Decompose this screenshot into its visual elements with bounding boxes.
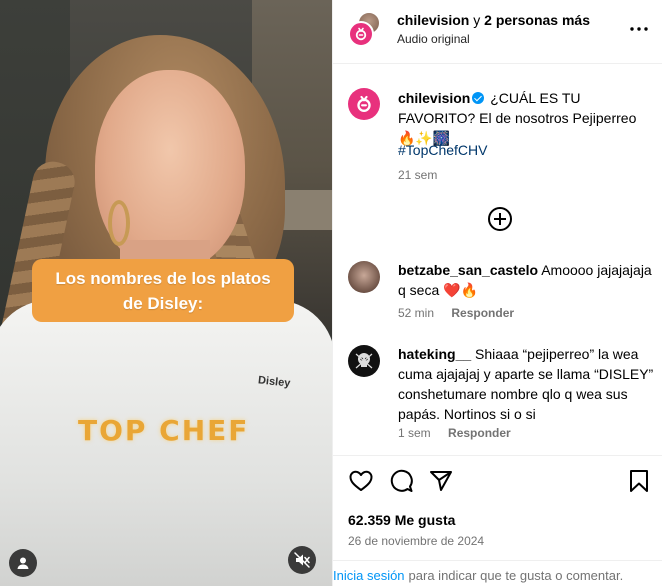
post-caption: chilevision ¿CUÁL ES TU FAVORITO? El de … bbox=[398, 88, 654, 148]
avatar[interactable] bbox=[348, 88, 380, 120]
chilevision-logo-icon bbox=[357, 95, 371, 112]
post-actions: 62.359 Me gusta 26 de noviembre de 2024 … bbox=[333, 455, 662, 586]
video-caption-overlay: Los nombres de los platos de Disley: bbox=[32, 259, 294, 322]
login-text: para indicar que te gusta o comentar. bbox=[408, 568, 624, 583]
comment-username[interactable]: hateking__ bbox=[398, 346, 471, 362]
heart-icon[interactable] bbox=[348, 468, 374, 494]
others-link[interactable]: 2 personas más bbox=[484, 12, 590, 28]
skull-logo-icon bbox=[355, 353, 373, 369]
hashtag-link[interactable]: #TopChefCHV bbox=[398, 142, 488, 158]
comment-time: 1 sem bbox=[398, 426, 431, 440]
comment-body: hateking__ Shiaaa “pejiperreo” la wea cu… bbox=[398, 344, 654, 424]
likes-count[interactable]: 62.359 Me gusta bbox=[348, 512, 455, 528]
show-logo: TOP CHEF bbox=[78, 414, 250, 447]
caption-username[interactable]: chilevision bbox=[398, 90, 470, 106]
post-header: chilevision y 2 personas más Audio origi… bbox=[333, 0, 662, 64]
post-date: 26 de noviembre de 2024 bbox=[348, 534, 485, 548]
person-earring bbox=[108, 200, 130, 246]
caption-line-1: Los nombres de los platos bbox=[55, 269, 271, 288]
share-icon[interactable] bbox=[428, 468, 454, 494]
reply-button[interactable]: Responder bbox=[451, 306, 514, 320]
and-text: y bbox=[469, 12, 485, 28]
plus-circle-icon[interactable] bbox=[488, 207, 512, 231]
muted-speaker-icon bbox=[294, 552, 310, 568]
comment-body: betzabe_san_castelo Amoooo jajajajaja q … bbox=[398, 260, 654, 300]
avatar bbox=[348, 21, 374, 47]
login-link[interactable]: Inicia sesión bbox=[333, 568, 405, 583]
audio-link[interactable]: Audio original bbox=[397, 32, 470, 46]
comment-meta: 1 sem Responder bbox=[398, 426, 511, 440]
header-authors[interactable]: chilevision y 2 personas más bbox=[397, 12, 590, 28]
post-details-panel: chilevision y 2 personas más Audio origi… bbox=[332, 0, 662, 586]
more-options-icon[interactable] bbox=[629, 22, 649, 36]
post-media-video[interactable]: Disley TOP CHEF Los nombres de los plato… bbox=[0, 0, 332, 586]
login-prompt: Inicia sesión para indicar que te gusta o… bbox=[333, 560, 662, 586]
author-link[interactable]: chilevision bbox=[397, 12, 469, 28]
bookmark-icon[interactable] bbox=[626, 468, 652, 494]
comment-time: 52 min bbox=[398, 306, 435, 320]
verified-badge-icon bbox=[472, 92, 485, 104]
chilevision-logo-icon bbox=[355, 27, 367, 41]
tagged-users-button[interactable] bbox=[9, 549, 37, 577]
reply-button[interactable]: Responder bbox=[448, 426, 511, 440]
caption-line-2: de Disley: bbox=[122, 294, 204, 313]
avatar[interactable] bbox=[348, 345, 380, 377]
avatar[interactable] bbox=[348, 261, 380, 293]
comment-username[interactable]: betzabe_san_castelo bbox=[398, 262, 538, 278]
comment-icon[interactable] bbox=[388, 468, 414, 494]
mute-toggle-button[interactable] bbox=[288, 546, 316, 574]
user-icon bbox=[17, 557, 29, 569]
post-timestamp[interactable]: 21 sem bbox=[398, 168, 437, 182]
collab-avatars[interactable] bbox=[348, 11, 384, 47]
comment-meta: 52 min Responder bbox=[398, 306, 514, 320]
